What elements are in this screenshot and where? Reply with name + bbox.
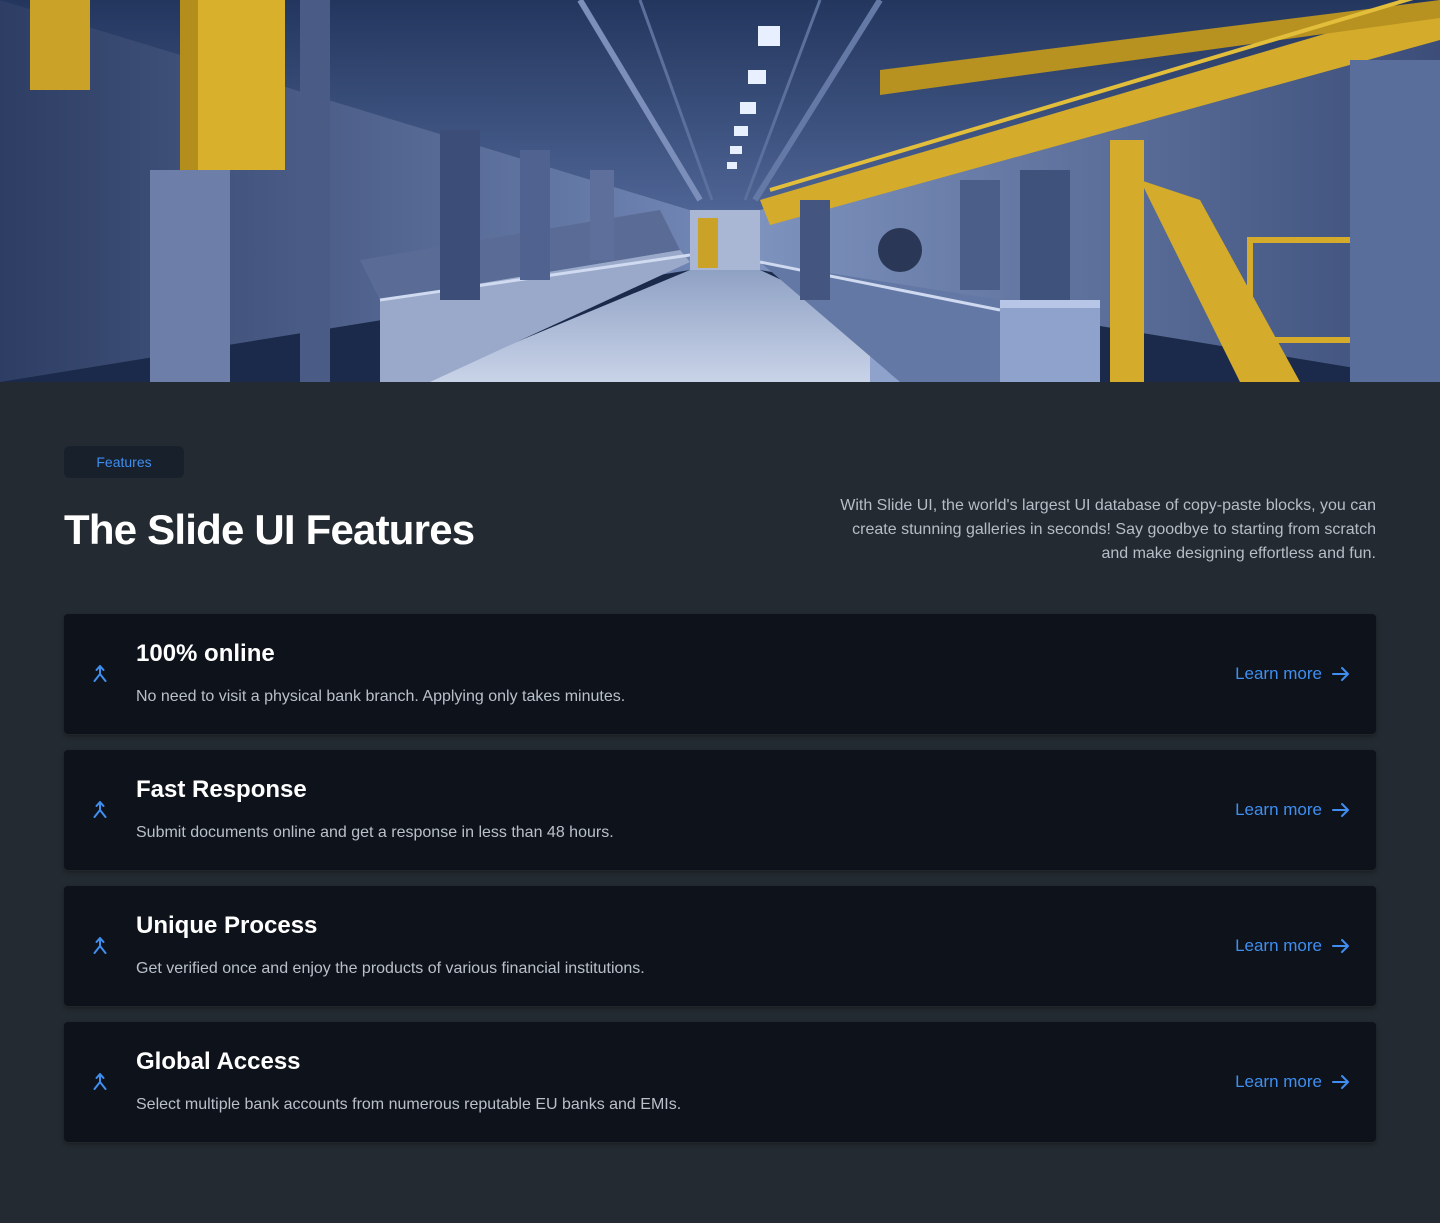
feature-card-global-access: Global Access Select multiple bank accou… — [64, 1022, 1376, 1142]
learn-more-link[interactable]: Learn more — [1235, 662, 1350, 686]
merge-arrow-icon — [92, 937, 108, 955]
arrow-right-icon — [1332, 803, 1349, 817]
learn-more-label: Learn more — [1235, 800, 1322, 819]
learn-more-label: Learn more — [1235, 936, 1322, 955]
merge-arrow-icon — [92, 1073, 108, 1091]
feature-card-100-online: 100% online No need to visit a physical … — [64, 614, 1376, 734]
feature-description: Select multiple bank accounts from numer… — [136, 1096, 682, 1113]
feature-description: No need to visit a physical bank branch.… — [136, 688, 626, 705]
section-title: The Slide UI Features — [64, 506, 475, 553]
feature-title: Fast Response — [136, 776, 307, 803]
arrow-right-icon — [1332, 667, 1349, 681]
merge-arrow-icon — [92, 801, 108, 819]
feature-description: Submit documents online and get a respon… — [136, 824, 614, 841]
learn-more-link[interactable]: Learn more — [1235, 798, 1350, 822]
factory-illustration — [0, 0, 1440, 382]
learn-more-label: Learn more — [1235, 664, 1322, 683]
feature-title: 100% online — [136, 640, 275, 667]
learn-more-link[interactable]: Learn more — [1235, 1070, 1350, 1094]
feature-card-fast-response: Fast Response Submit documents online an… — [64, 750, 1376, 870]
arrow-right-icon — [1332, 939, 1349, 953]
learn-more-label: Learn more — [1235, 1072, 1322, 1091]
features-section: Features The Slide UI Features With Slid… — [0, 382, 1440, 1223]
section-intro: With Slide UI, the world's largest UI da… — [840, 497, 1376, 562]
learn-more-link[interactable]: Learn more — [1235, 934, 1350, 958]
hero-image — [0, 0, 1440, 382]
feature-title: Unique Process — [136, 912, 318, 939]
features-badge: Features — [64, 446, 184, 478]
feature-description: Get verified once and enjoy the products… — [136, 960, 645, 977]
feature-list: 100% online No need to visit a physical … — [64, 614, 1376, 1158]
feature-card-unique-process: Unique Process Get verified once and enj… — [64, 886, 1376, 1006]
merge-arrow-icon — [92, 665, 108, 683]
arrow-right-icon — [1332, 1075, 1349, 1089]
feature-title: Global Access — [136, 1048, 301, 1075]
